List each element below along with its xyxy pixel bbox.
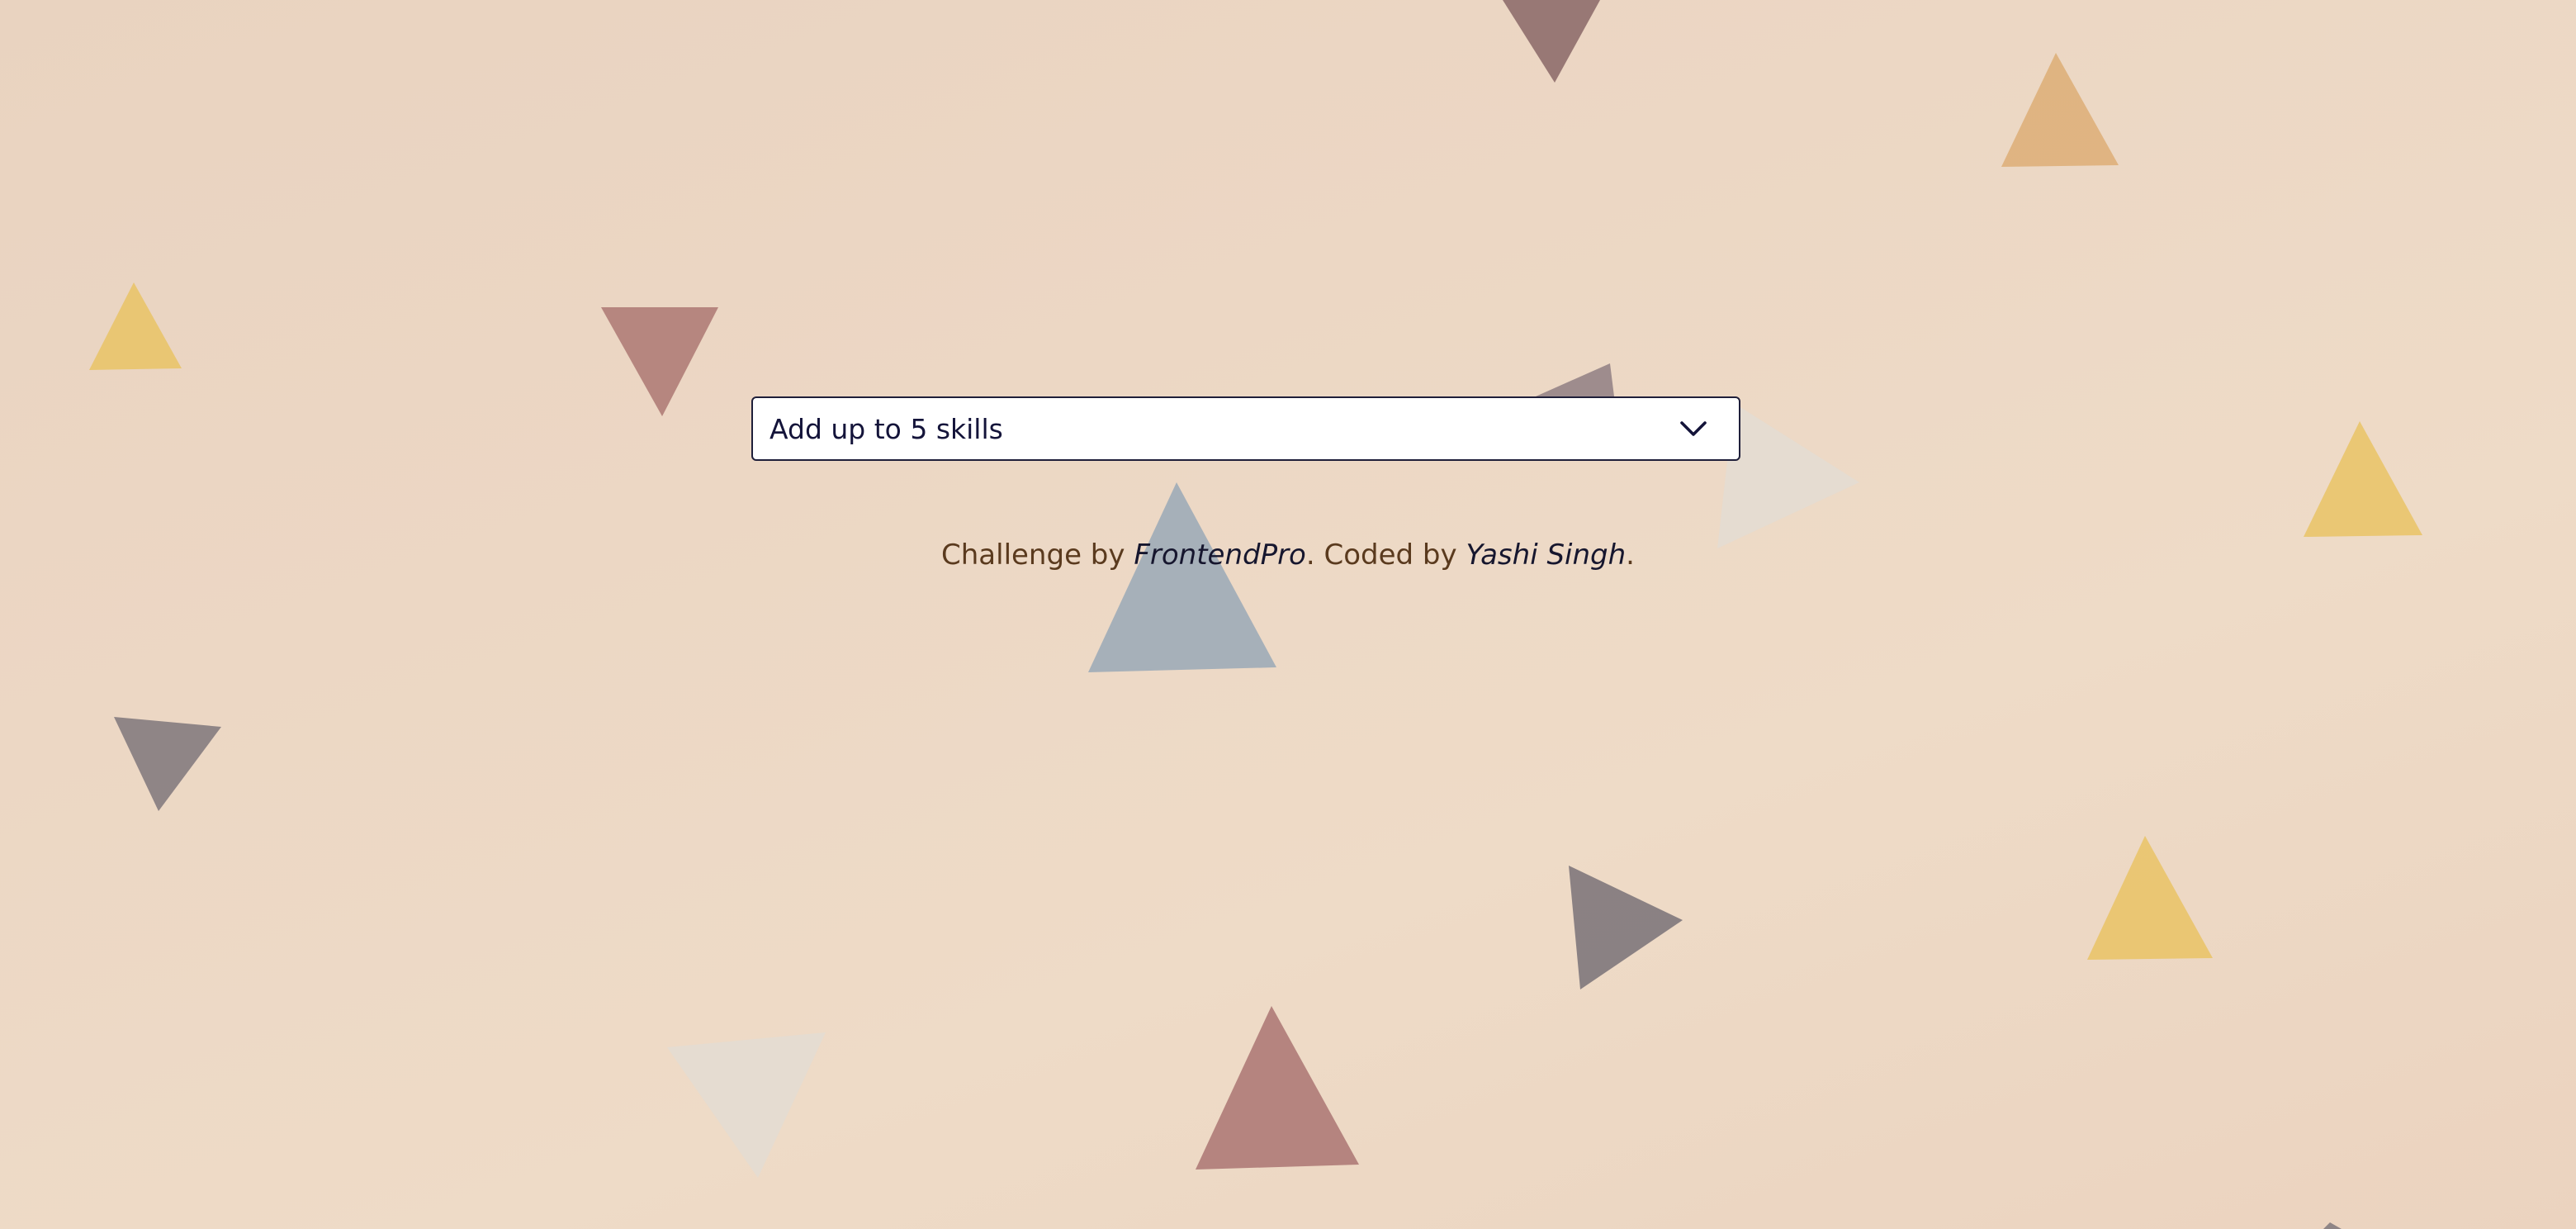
triangle-shape [667, 1032, 826, 1178]
triangle-shape [1569, 866, 1683, 989]
triangle-shape [601, 307, 718, 416]
triangle-shape [1196, 1006, 1359, 1170]
triangle-shape [1088, 482, 1276, 672]
triangle-shape [2304, 421, 2422, 537]
author-link[interactable]: Yashi Singh [1466, 539, 1626, 572]
triangle-shape [2087, 836, 2213, 960]
attribution: Challenge by FrontendPro. Coded by Yashi… [0, 539, 2576, 572]
skills-select-placeholder: Add up to 5 skills [769, 412, 1003, 445]
attribution-suffix: . [1626, 539, 1635, 572]
triangle-shape [2001, 53, 2119, 167]
challenge-link[interactable]: FrontendPro [1134, 539, 1306, 572]
attribution-coded-by: Coded by [1324, 539, 1457, 572]
triangle-shape [1503, 0, 1600, 83]
triangle-shape [1536, 363, 1614, 396]
attribution-prefix: Challenge by [941, 539, 1125, 572]
triangle-shape [89, 282, 182, 370]
skills-select[interactable]: Add up to 5 skills [751, 396, 1740, 461]
triangle-shape [2323, 1222, 2342, 1229]
triangle-shape [114, 717, 221, 811]
attribution-separator: . [1305, 539, 1315, 572]
chevron-down-icon[interactable] [1674, 410, 1712, 448]
decorative-triangles-background [89, 0, 2422, 1229]
